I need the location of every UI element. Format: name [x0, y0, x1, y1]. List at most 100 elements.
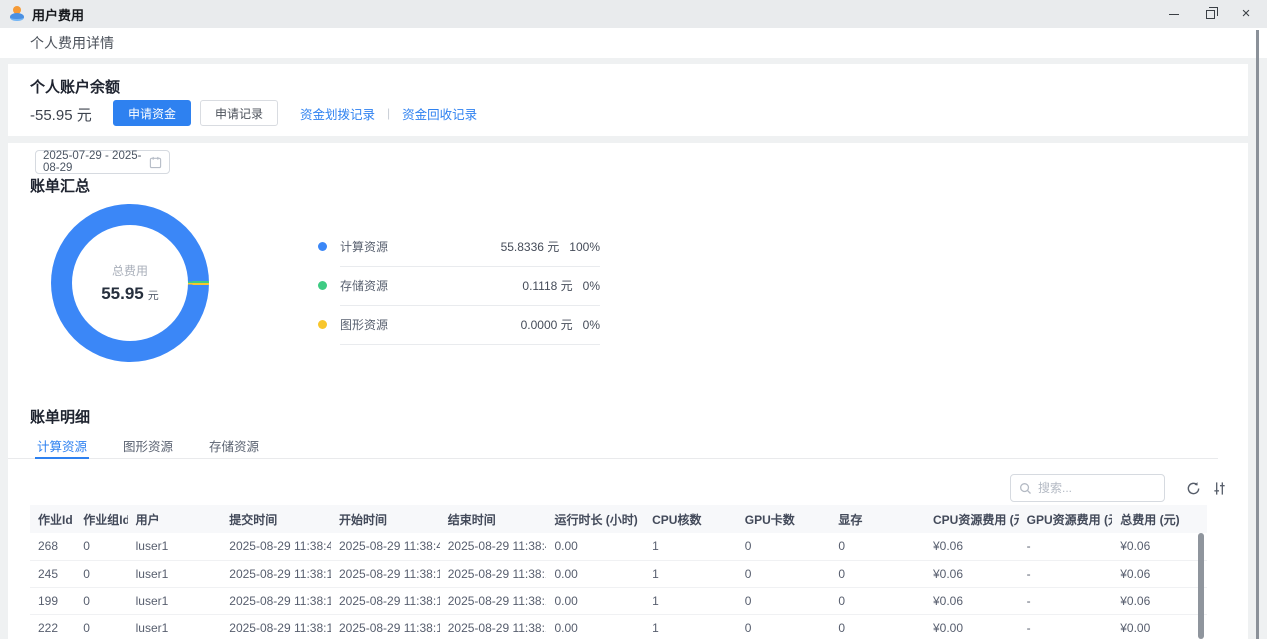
- legend-item-storage[interactable]: 图形资源0.0000 元0%: [318, 306, 600, 345]
- table-cell: 2025-08-29 11:38:11: [221, 587, 331, 614]
- bill-detail-title: 账单明细: [30, 406, 90, 427]
- table-cell: 0: [75, 587, 127, 614]
- column-header-11: GPU资源费用 (元): [1019, 505, 1113, 533]
- table-row[interactable]: 2680luser12025-08-29 11:38:402025-08-29 …: [30, 533, 1207, 560]
- balance-title: 个人账户余额: [30, 76, 120, 97]
- fund-transfer-records-link[interactable]: 资金划拨记录: [300, 104, 375, 123]
- balance-amount: -55.95 元: [30, 104, 92, 125]
- column-header-9: 显存: [830, 505, 925, 533]
- bill-summary-chart: 总费用 55.95元: [51, 204, 209, 362]
- legend-label: 计算资源: [340, 238, 388, 255]
- tab-graphics[interactable]: 图形资源: [121, 432, 175, 459]
- table-cell: 0: [75, 533, 127, 560]
- tab-storage[interactable]: 存储资源: [207, 432, 261, 459]
- table-cell: 0: [737, 614, 831, 639]
- legend-item-compute[interactable]: 计算资源 55.8336 元 100%: [318, 228, 600, 267]
- table-cell: 2025-08-29 11:38:40: [221, 533, 331, 560]
- column-header-3: 提交时间: [221, 505, 331, 533]
- donut-center-value: 55.95元: [101, 284, 159, 304]
- table-cell: luser1: [128, 614, 222, 639]
- table-cell: 0: [737, 533, 831, 560]
- date-range-picker[interactable]: 2025-07-29 - 2025-08-29: [35, 150, 170, 174]
- window-titlebar: 用户费用 ×: [0, 0, 1267, 28]
- legend-label: 图形资源: [340, 316, 388, 333]
- table-row[interactable]: 2220luser12025-08-29 11:38:132025-08-29 …: [30, 614, 1207, 639]
- table-search[interactable]: [1010, 474, 1165, 502]
- legend-percent: 0%: [583, 279, 600, 293]
- table-cell: 222: [30, 614, 75, 639]
- column-header-7: CPU核数: [644, 505, 737, 533]
- bill-table: 作业Id作业组Id用户提交时间开始时间结束时间运行时长 (小时)CPU核数GPU…: [30, 505, 1207, 639]
- balance-card: 个人账户余额 -55.95 元 申请资金 申请记录 资金划拨记录 | 资金回收记…: [8, 64, 1248, 136]
- bill-summary-title: 账单汇总: [30, 175, 90, 196]
- table-row[interactable]: 2450luser12025-08-29 11:38:162025-08-29 …: [30, 560, 1207, 587]
- link-divider: |: [387, 106, 390, 120]
- table-cell: ¥0.00: [1112, 614, 1207, 639]
- column-header-8: GPU卡数: [737, 505, 831, 533]
- table-cell: 0: [830, 614, 925, 639]
- table-cell: -: [1019, 560, 1113, 587]
- window-scrollbar[interactable]: [1256, 30, 1259, 639]
- table-cell: ¥0.06: [925, 560, 1019, 587]
- close-icon[interactable]: ×: [1239, 7, 1253, 21]
- column-header-1: 作业组Id: [75, 505, 127, 533]
- chart-legend: 计算资源 55.8336 元 100% 存储资源 0.1118 元 0% 图形资源 0.000…: [318, 228, 600, 345]
- table-cell: -: [1019, 587, 1113, 614]
- table-cell: 2025-08-29 11:38:13: [221, 614, 331, 639]
- table-cell: ¥0.06: [925, 587, 1019, 614]
- legend-value: 0.1118 元: [522, 277, 572, 294]
- apply-records-button[interactable]: 申请记录: [200, 100, 278, 126]
- table-cell: ¥0.00: [925, 614, 1019, 639]
- table-cell: 0: [737, 560, 831, 587]
- page-title: 个人费用详情: [30, 33, 114, 53]
- minimize-icon[interactable]: [1167, 7, 1181, 21]
- legend-dot-icon: [318, 242, 327, 251]
- table-cell: 2025-08-29 11:38:40: [331, 533, 440, 560]
- page-subheader: 个人费用详情: [0, 28, 1267, 58]
- table-cell: 0: [830, 533, 925, 560]
- search-icon: [1019, 482, 1032, 495]
- table-cell: ¥0.06: [1112, 533, 1207, 560]
- table-cell: 1: [644, 560, 737, 587]
- legend-value: 55.8336 元: [501, 238, 560, 255]
- legend-value: 0.0000 元: [521, 316, 573, 333]
- apply-funds-button[interactable]: 申请资金: [113, 100, 191, 126]
- tab-compute[interactable]: 计算资源: [35, 432, 89, 459]
- column-header-4: 开始时间: [331, 505, 440, 533]
- table-cell: 2025-08-29 11:38:18: [440, 560, 547, 587]
- fund-recovery-records-link[interactable]: 资金回收记录: [402, 104, 477, 123]
- table-body: 2680luser12025-08-29 11:38:402025-08-29 …: [30, 533, 1207, 639]
- search-input[interactable]: [1038, 481, 1148, 495]
- legend-dot-icon: [318, 320, 327, 329]
- donut-center-label: 总费用: [112, 262, 148, 279]
- table-cell: 0: [75, 560, 127, 587]
- table-cell: ¥0.06: [1112, 560, 1207, 587]
- table-cell: 0: [830, 560, 925, 587]
- table-cell: 1: [644, 614, 737, 639]
- calendar-icon: [149, 156, 162, 169]
- table-cell: 0: [737, 587, 831, 614]
- table-row[interactable]: 1990luser12025-08-29 11:38:112025-08-29 …: [30, 587, 1207, 614]
- table-scrollbar[interactable]: [1198, 533, 1204, 639]
- table-cell: ¥0.06: [925, 533, 1019, 560]
- legend-percent: 100%: [569, 240, 600, 254]
- legend-label: 存储资源: [340, 277, 388, 294]
- table-cell: 0.00: [546, 533, 644, 560]
- table-cell: 2025-08-29 11:38:12: [331, 587, 440, 614]
- table-cell: 1: [644, 587, 737, 614]
- table-cell: luser1: [128, 560, 222, 587]
- legend-item-graphics[interactable]: 存储资源 0.1118 元 0%: [318, 267, 600, 306]
- restore-icon[interactable]: [1203, 7, 1217, 21]
- table-cell: 2025-08-29 11:38:16: [331, 560, 440, 587]
- table-cell: luser1: [128, 533, 222, 560]
- column-settings-icon[interactable]: [1210, 479, 1228, 497]
- table-cell: 0: [830, 587, 925, 614]
- column-header-6: 运行时长 (小时): [546, 505, 644, 533]
- table-cell: ¥0.06: [1112, 587, 1207, 614]
- table-cell: luser1: [128, 587, 222, 614]
- table-cell: 2025-08-29 11:38:13: [440, 614, 547, 639]
- column-header-0: 作业Id: [30, 505, 75, 533]
- refresh-icon[interactable]: [1184, 479, 1202, 497]
- table-cell: 199: [30, 587, 75, 614]
- detail-tabs: 计算资源 图形资源 存储资源: [8, 432, 1218, 459]
